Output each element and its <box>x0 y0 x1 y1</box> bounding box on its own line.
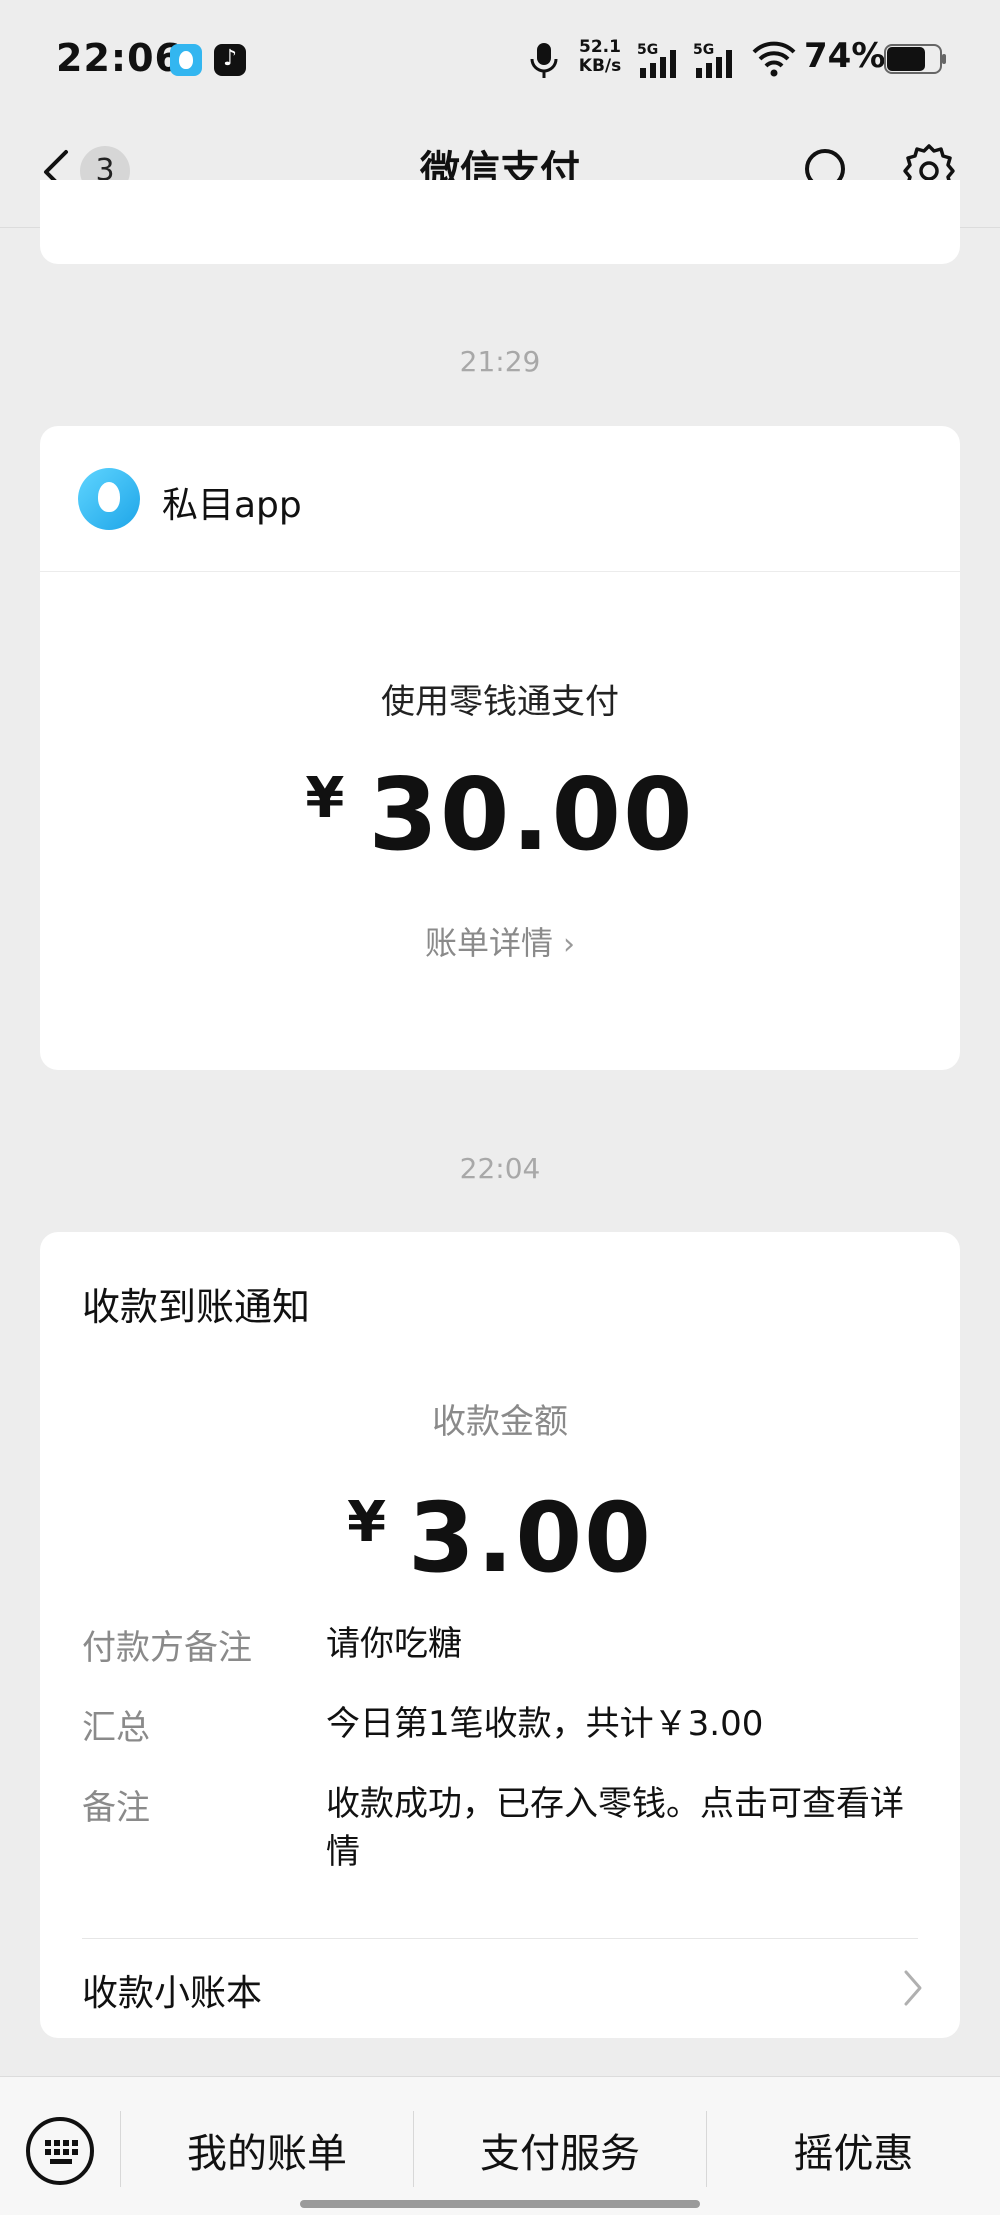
receipt-amount: ¥3.00 <box>40 1482 960 1594</box>
merchant-name: 私目app <box>162 485 302 526</box>
payer-note-value: 请你吃糖 <box>326 1624 462 1664</box>
chevron-right-icon <box>904 1970 922 2006</box>
message-timestamp: 22:04 <box>459 1152 541 1185</box>
microphone-icon <box>530 43 558 78</box>
currency-symbol: ¥ <box>305 766 347 831</box>
svg-text:5G: 5G <box>693 42 714 58</box>
svg-text:5G: 5G <box>637 42 658 58</box>
status-bar: 22:06 ♪ 52.1 KB/s 5G 5G 74% <box>0 0 1000 118</box>
status-indicators: 52.1 KB/s 5G 5G 74% <box>524 36 946 84</box>
menu-my-bills[interactable]: 我的账单 <box>121 2121 413 2181</box>
previous-message-card[interactable] <box>40 180 960 264</box>
amount-value: 3.00 <box>408 1482 653 1594</box>
battery-level: 74% <box>804 36 886 76</box>
bill-detail-link[interactable]: 账单详情 › <box>40 918 960 964</box>
status-time: 22:06 <box>56 36 182 80</box>
merchant-logo <box>78 468 140 530</box>
merchant-header[interactable]: 私目app <box>40 426 960 572</box>
simu-app-notification-icon <box>170 44 202 76</box>
payer-note-label: 付款方备注 <box>82 1628 252 1668</box>
message-timestamp: 21:29 <box>459 345 541 378</box>
ledger-link-label: 收款小账本 <box>82 1973 263 2014</box>
battery-icon <box>884 44 946 74</box>
network-speed: 52.1 KB/s <box>578 37 622 76</box>
receipt-amount-label: 收款金额 <box>432 1402 568 1442</box>
amount-value: 30.00 <box>368 756 695 873</box>
menu-shake-offers[interactable]: 摇优惠 <box>707 2121 1000 2181</box>
receipt-notification-card[interactable]: 收款到账通知 收款金额 ¥3.00 付款方备注 请你吃糖 汇总 今日第1笔收款，… <box>40 1232 960 2038</box>
payment-method: 使用零钱通支付 <box>381 682 619 722</box>
summary-value: 今日第1笔收款，共计￥3.00 <box>326 1704 764 1744</box>
payment-amount: ¥30.00 <box>40 756 960 873</box>
payment-message-card[interactable]: 私目app 使用零钱通支付 ¥30.00 账单详情 › <box>40 426 960 1070</box>
remark-label: 备注 <box>82 1788 150 1828</box>
chevron-right-icon: › <box>563 927 575 962</box>
receipt-ledger-link[interactable]: 收款小账本 <box>40 1938 960 2038</box>
currency-symbol: ¥ <box>347 1490 389 1555</box>
home-indicator[interactable] <box>300 2200 700 2208</box>
cellular-signal-icon: 5G <box>693 42 732 78</box>
summary-label: 汇总 <box>82 1708 150 1748</box>
tiktok-notification-icon: ♪ <box>214 44 246 76</box>
bottom-menu-bar: 我的账单 支付服务 摇优惠 <box>0 2076 1000 2215</box>
remark-value: 收款成功，已存入零钱。点击可查看详情 <box>326 1784 904 1872</box>
wifi-icon <box>752 41 796 77</box>
receipt-title: 收款到账通知 <box>82 1285 311 1329</box>
keyboard-icon[interactable] <box>24 2115 96 2187</box>
cellular-signal-icon: 5G <box>637 42 676 78</box>
menu-payment-services[interactable]: 支付服务 <box>414 2121 706 2181</box>
